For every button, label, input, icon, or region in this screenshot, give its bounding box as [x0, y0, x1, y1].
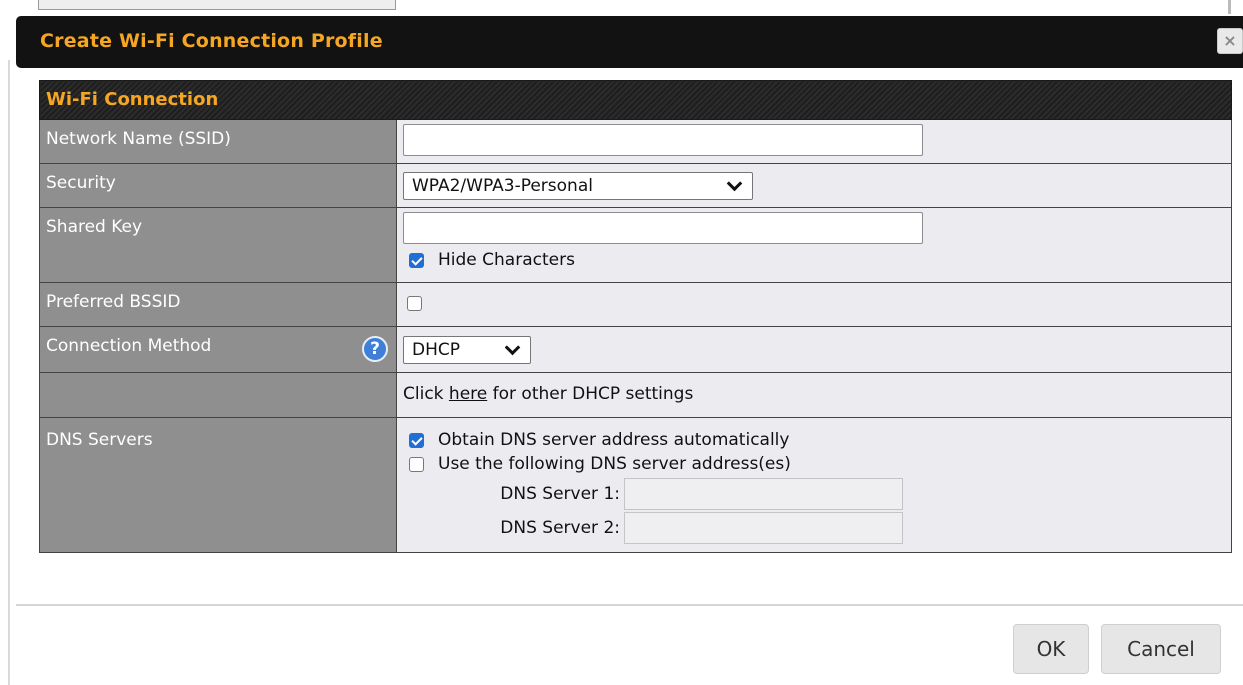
wifi-connection-table: Wi-Fi Connection Network Name (SSID) Sec…	[39, 80, 1232, 553]
preferred-bssid-checkbox[interactable]	[407, 296, 422, 311]
security-selected-value: WPA2/WPA3-Personal	[412, 176, 593, 196]
dhcp-note-suffix: for other DHCP settings	[487, 384, 694, 404]
dns-manual-label: Use the following DNS server address(es)	[438, 454, 791, 474]
ssid-row: Network Name (SSID)	[39, 119, 1232, 164]
shared-key-input[interactable]	[403, 212, 923, 244]
dns-server-1-input[interactable]	[624, 478, 903, 510]
shared-key-label: Shared Key	[39, 207, 397, 283]
connection-method-selected-value: DHCP	[412, 340, 460, 360]
wifi-profile-dialog: Create Wi-Fi Connection Profile × Wi-Fi …	[16, 16, 1243, 685]
section-header-row: Wi-Fi Connection	[39, 80, 1232, 120]
background-scrollbar-fragment	[1228, 0, 1231, 14]
ssid-label: Network Name (SSID)	[39, 119, 397, 164]
dhcp-settings-link[interactable]: here	[449, 384, 487, 404]
preferred-bssid-cell	[396, 282, 1232, 327]
hide-characters-checkbox[interactable]	[409, 252, 424, 268]
ok-button[interactable]: OK	[1013, 624, 1089, 674]
dns-server-1-label: DNS Server 1:	[500, 484, 620, 504]
dns-server-2-label: DNS Server 2:	[500, 518, 620, 538]
dhcp-settings-cell: Click here for other DHCP settings	[396, 372, 1232, 418]
background-edge	[8, 60, 10, 685]
hide-characters-option: Hide Characters	[403, 250, 1225, 270]
shared-key-cell: Hide Characters	[396, 207, 1232, 283]
preferred-bssid-option	[403, 296, 1225, 311]
dhcp-settings-label	[39, 372, 397, 418]
chevron-down-icon	[504, 339, 521, 355]
background-window-fragment	[0, 0, 1243, 14]
security-select[interactable]: WPA2/WPA3-Personal	[403, 172, 753, 200]
connection-method-select[interactable]: DHCP	[403, 336, 531, 364]
dns-server-2-input[interactable]	[624, 512, 903, 544]
security-label: Security	[39, 163, 397, 208]
chevron-down-icon	[726, 175, 743, 191]
cancel-button[interactable]: Cancel	[1101, 624, 1221, 674]
close-button[interactable]: ×	[1217, 28, 1243, 54]
dns-servers-label: DNS Servers	[39, 417, 397, 553]
connection-method-row: Connection Method ? DHCP	[39, 326, 1232, 373]
dns-manual-option: Use the following DNS server address(es)	[403, 454, 1225, 474]
dns-auto-checkbox[interactable]	[409, 432, 424, 448]
dialog-titlebar: Create Wi-Fi Connection Profile ×	[16, 16, 1243, 68]
dns-manual-checkbox[interactable]	[409, 456, 424, 472]
shared-key-row: Shared Key Hide Characters	[39, 207, 1232, 283]
ssid-cell	[396, 119, 1232, 164]
section-title: Wi-Fi Connection	[39, 80, 1232, 120]
connection-method-cell: DHCP	[396, 326, 1232, 373]
preferred-bssid-row: Preferred BSSID	[39, 282, 1232, 327]
background-field-fragment	[38, 0, 396, 10]
dns-auto-label: Obtain DNS server address automatically	[438, 430, 790, 450]
dns-server-2-row: DNS Server 2:	[403, 512, 1225, 544]
connection-method-label-cell: Connection Method ?	[39, 326, 397, 373]
dns-servers-cell: Obtain DNS server address automatically …	[396, 417, 1232, 553]
footer-divider	[16, 604, 1243, 606]
hide-characters-label: Hide Characters	[438, 250, 575, 270]
security-cell: WPA2/WPA3-Personal	[396, 163, 1232, 208]
dialog-title: Create Wi-Fi Connection Profile	[40, 30, 383, 52]
dns-server-1-row: DNS Server 1:	[403, 478, 1225, 510]
ssid-input[interactable]	[403, 124, 923, 156]
dhcp-note-prefix: Click	[403, 384, 449, 404]
help-icon[interactable]: ?	[362, 336, 388, 362]
dhcp-settings-row: Click here for other DHCP settings	[39, 372, 1232, 418]
security-row: Security WPA2/WPA3-Personal	[39, 163, 1232, 208]
connection-method-label: Connection Method	[46, 336, 212, 356]
dns-auto-option: Obtain DNS server address automatically	[403, 430, 1225, 450]
page: Create Wi-Fi Connection Profile × Wi-Fi …	[0, 0, 1243, 685]
preferred-bssid-label: Preferred BSSID	[39, 282, 397, 327]
dns-servers-row: DNS Servers Obtain DNS server address au…	[39, 417, 1232, 553]
